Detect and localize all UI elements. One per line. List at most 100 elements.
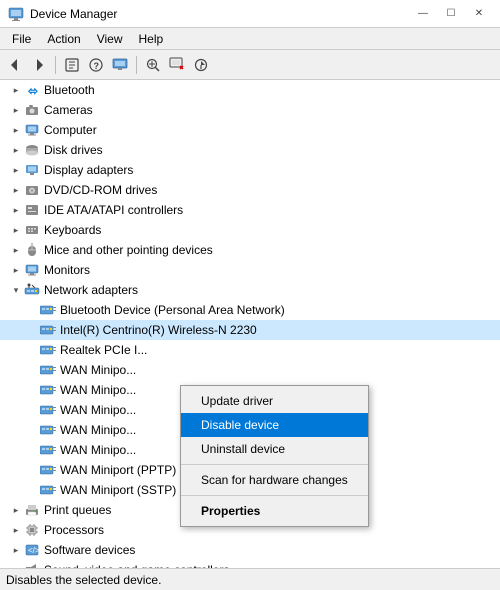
mouse-icon <box>24 242 40 258</box>
menu-help[interactable]: Help <box>131 30 172 47</box>
nic-icon <box>40 462 56 478</box>
tree-item-label: Software devices <box>44 543 135 557</box>
device-tree[interactable]: ▸⬄Bluetooth▸Cameras▸Computer▸Disk drives… <box>0 80 500 568</box>
tree-item-label: IDE ATA/ATAPI controllers <box>44 203 183 217</box>
tree-item-computer[interactable]: ▸ Computer <box>0 120 500 140</box>
tree-item-mice[interactable]: ▸ Mice and other pointing devices <box>0 240 500 260</box>
expand-btn[interactable]: ▸ <box>8 82 24 98</box>
dvd-icon <box>24 182 40 198</box>
nic-icon <box>40 382 56 398</box>
tree-item-label: Cameras <box>44 103 93 117</box>
tree-item-label: Bluetooth Device (Personal Area Network) <box>60 303 285 317</box>
nic-icon <box>40 362 56 378</box>
expand-btn[interactable]: ▸ <box>8 502 24 518</box>
tree-item-label: Disk drives <box>44 143 103 157</box>
tree-item-label: WAN Miniport (PPTP) <box>60 463 176 477</box>
expand-btn[interactable]: ▸ <box>8 202 24 218</box>
tree-item-wan1[interactable]: WAN Minipo... <box>0 360 500 380</box>
title-bar: Device Manager — ☐ ✕ <box>0 0 500 28</box>
tree-item-cameras[interactable]: ▸ Cameras <box>0 100 500 120</box>
tree-item-label: Computer <box>44 123 97 137</box>
toolbar-scan[interactable] <box>142 54 164 76</box>
tree-item-label: Bluetooth <box>44 83 95 97</box>
expand-btn[interactable]: ▸ <box>8 182 24 198</box>
toolbar-back[interactable] <box>4 54 26 76</box>
menu-file[interactable]: File <box>4 30 39 47</box>
expand-btn[interactable]: ▸ <box>8 122 24 138</box>
menu-view[interactable]: View <box>89 30 131 47</box>
expand-btn[interactable]: ▸ <box>8 162 24 178</box>
toolbar-forward[interactable] <box>28 54 50 76</box>
toolbar-help[interactable]: ? <box>85 54 107 76</box>
tree-item-realtek-pcie[interactable]: Realtek PCIe I... <box>0 340 500 360</box>
device-view-icon <box>112 57 128 73</box>
minimize-button[interactable]: — <box>410 4 436 24</box>
tree-item-ide[interactable]: ▸ IDE ATA/ATAPI controllers <box>0 200 500 220</box>
tree-item-network-adapters[interactable]: ▾ Network adapters <box>0 280 500 300</box>
context-menu-item-scan-changes[interactable]: Scan for hardware changes <box>181 468 368 492</box>
expand-btn[interactable]: ▸ <box>8 262 24 278</box>
cpu-icon <box>24 522 40 538</box>
tree-item-monitors[interactable]: ▸Monitors <box>0 260 500 280</box>
menu-action[interactable]: Action <box>39 30 88 47</box>
toolbar-properties[interactable] <box>61 54 83 76</box>
maximize-button[interactable]: ☐ <box>438 4 464 24</box>
remove-icon <box>169 57 185 73</box>
expand-btn[interactable]: ▸ <box>8 242 24 258</box>
printer-icon <box>24 502 40 518</box>
tree-item-label: Network adapters <box>44 283 138 297</box>
tree-item-bluetooth-pan[interactable]: Bluetooth Device (Personal Area Network) <box>0 300 500 320</box>
expand-btn[interactable]: ▸ <box>8 522 24 538</box>
toolbar: ? <box>0 50 500 80</box>
sound-icon <box>24 562 40 568</box>
menu-bar: File Action View Help <box>0 28 500 50</box>
update-icon <box>193 57 209 73</box>
tree-item-label: DVD/CD-ROM drives <box>44 183 157 197</box>
close-button[interactable]: ✕ <box>466 4 492 24</box>
camera-icon <box>24 102 40 118</box>
tree-item-bluetooth[interactable]: ▸⬄ Bluetooth <box>0 80 500 100</box>
expand-btn[interactable]: ▸ <box>8 222 24 238</box>
tree-item-display-adapters[interactable]: ▸ Display adapters <box>0 160 500 180</box>
tree-item-dvdrom[interactable]: ▸ DVD/CD-ROM drives <box>0 180 500 200</box>
nic-icon <box>40 302 56 318</box>
context-menu-item-disable-device[interactable]: Disable device <box>181 413 368 437</box>
context-menu-item-update-driver[interactable]: Update driver <box>181 389 368 413</box>
app-icon <box>8 6 24 22</box>
tree-item-label: WAN Minipo... <box>60 363 136 377</box>
tree-item-disk-drives[interactable]: ▸ Disk drives <box>0 140 500 160</box>
tree-item-label: Mice and other pointing devices <box>44 243 213 257</box>
nic-icon <box>40 422 56 438</box>
tree-item-sound[interactable]: ▸Sound, video and game controllers <box>0 560 500 568</box>
disk-icon <box>24 142 40 158</box>
expand-btn[interactable]: ▸ <box>8 562 24 568</box>
expand-btn[interactable]: ▸ <box>8 102 24 118</box>
context-menu-item-properties[interactable]: Properties <box>181 499 368 523</box>
network-icon <box>24 282 40 298</box>
tree-item-label: WAN Minipo... <box>60 443 136 457</box>
window-title: Device Manager <box>30 7 117 21</box>
tree-item-software-devices[interactable]: ▸</>Software devices <box>0 540 500 560</box>
svg-text:⬄: ⬄ <box>27 84 38 97</box>
tree-item-label: Realtek PCIe I... <box>60 343 147 357</box>
expand-btn[interactable]: ▾ <box>8 282 24 298</box>
tree-item-label: WAN Minipo... <box>60 383 136 397</box>
tree-item-label: WAN Minipo... <box>60 423 136 437</box>
properties-icon <box>64 57 80 73</box>
tree-item-intel-centrino[interactable]: Intel(R) Centrino(R) Wireless-N 2230 <box>0 320 500 340</box>
toolbar-remove[interactable] <box>166 54 188 76</box>
tree-item-keyboards[interactable]: ▸ Keyboards <box>0 220 500 240</box>
expand-btn[interactable]: ▸ <box>8 142 24 158</box>
tree-item-label: Intel(R) Centrino(R) Wireless-N 2230 <box>60 323 257 337</box>
tree-item-label: Keyboards <box>44 223 101 237</box>
context-menu-item-uninstall-device[interactable]: Uninstall device <box>181 437 368 461</box>
toolbar-update[interactable] <box>190 54 212 76</box>
display-icon <box>24 162 40 178</box>
window-controls: — ☐ ✕ <box>410 4 492 24</box>
context-menu-separator <box>181 495 368 496</box>
expand-btn[interactable]: ▸ <box>8 542 24 558</box>
tree-item-label: Display adapters <box>44 163 133 177</box>
status-text: Disables the selected device. <box>6 573 161 587</box>
forward-icon <box>31 57 47 73</box>
toolbar-device-view[interactable] <box>109 54 131 76</box>
